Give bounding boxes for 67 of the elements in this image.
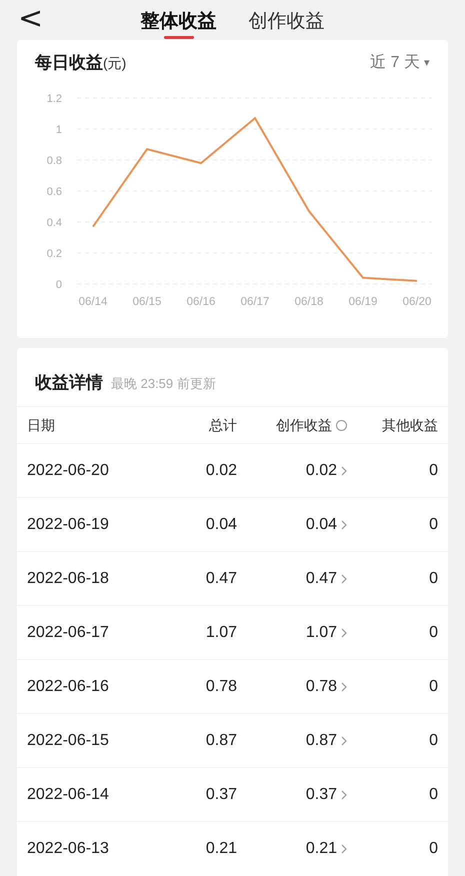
tab[interactable]: 创作收益 <box>248 0 324 40</box>
chevron-right-icon <box>341 682 347 692</box>
total-cell-text: 0.21 <box>204 838 238 858</box>
other-income-cell-text: 0 <box>428 460 439 480</box>
chevron-right-icon <box>341 574 347 584</box>
y-tick-label: 0.6 <box>46 186 62 198</box>
chevron-right-icon <box>341 466 347 476</box>
date-cell-text: 2022-06-20 <box>26 460 110 480</box>
creation-income-link[interactable]: 0.78 <box>247 674 357 698</box>
section-title: 收益详情 <box>35 372 103 394</box>
chevron-right-icon <box>341 736 347 746</box>
section-title: 每日收益 <box>35 52 103 74</box>
x-tick-label: 06/15 <box>132 296 162 308</box>
total-cell-text: 0.02 <box>204 460 238 480</box>
tab[interactable]: 整体收益 <box>140 0 216 40</box>
x-tick-label: 06/19 <box>348 296 378 308</box>
range-dropdown[interactable]: 近 7 天 ▾ <box>370 50 430 75</box>
tab-indicator <box>164 36 194 39</box>
chevron-right-icon <box>341 520 347 530</box>
unit-label: (元) <box>103 54 126 73</box>
column-header: 其他收益 <box>382 416 438 434</box>
total-cell-text: 0.87 <box>204 730 238 750</box>
total-cell-text: 0.37 <box>204 784 238 804</box>
x-tick-label: 06/16 <box>186 296 216 308</box>
y-tick-label: 1.2 <box>46 92 62 104</box>
x-tick-label: 06/20 <box>402 296 432 308</box>
total-cell-text: 1.07 <box>204 622 238 642</box>
creation-income-link[interactable]: 0.47 <box>247 566 357 590</box>
column-header: 创作收益 <box>276 416 332 434</box>
date-cell-text: 2022-06-14 <box>26 784 110 804</box>
y-tick-label: 0.8 <box>46 154 62 166</box>
x-tick-label: 06/18 <box>294 296 324 308</box>
column-header: 日期 <box>27 416 55 434</box>
creation-income-link[interactable]: 0.02 <box>247 458 357 482</box>
creation-income-link[interactable]: 1.07 <box>247 620 357 644</box>
date-cell-text: 2022-06-19 <box>26 514 110 534</box>
other-income-cell-text: 0 <box>428 568 439 588</box>
y-tick-label: 0.4 <box>46 216 62 228</box>
chevron-right-icon <box>341 790 347 800</box>
total-cell-text: 0.04 <box>204 514 238 534</box>
other-income-cell-text: 0 <box>428 514 439 534</box>
creation-income-link[interactable]: 0.87 <box>247 728 357 752</box>
column-header: 总计 <box>209 416 237 434</box>
creation-income-link[interactable]: 0.21 <box>247 836 357 860</box>
total-cell-text: 0.78 <box>204 676 238 696</box>
other-income-cell-text: 0 <box>428 838 439 858</box>
x-tick-label: 06/17 <box>240 296 270 308</box>
other-income-cell-text: 0 <box>428 676 439 696</box>
other-income-cell-text: 0 <box>428 784 439 804</box>
chevron-right-icon <box>341 628 347 638</box>
y-tick-label: 1 <box>56 124 62 136</box>
creation-income-link[interactable]: 0.37 <box>247 782 357 806</box>
total-cell-text: 0.47 <box>204 568 238 588</box>
chevron-right-icon <box>341 844 347 854</box>
date-cell-text: 2022-06-13 <box>26 838 110 858</box>
other-income-cell-text: 0 <box>428 622 439 642</box>
other-income-cell-text: 0 <box>428 730 439 750</box>
date-cell-text: 2022-06-18 <box>26 568 110 588</box>
date-cell-text: 2022-06-17 <box>26 622 110 642</box>
y-tick-label: 0.2 <box>46 248 62 260</box>
date-cell-text: 2022-06-16 <box>26 676 110 696</box>
x-tick-label: 06/14 <box>78 296 108 308</box>
update-note: 最晚 23:59 前更新 <box>111 375 216 393</box>
back-button[interactable]: < <box>18 2 44 36</box>
y-tick-label: 0 <box>56 278 62 290</box>
date-cell-text: 2022-06-15 <box>26 730 110 750</box>
creation-income-link[interactable]: 0.04 <box>247 512 357 536</box>
